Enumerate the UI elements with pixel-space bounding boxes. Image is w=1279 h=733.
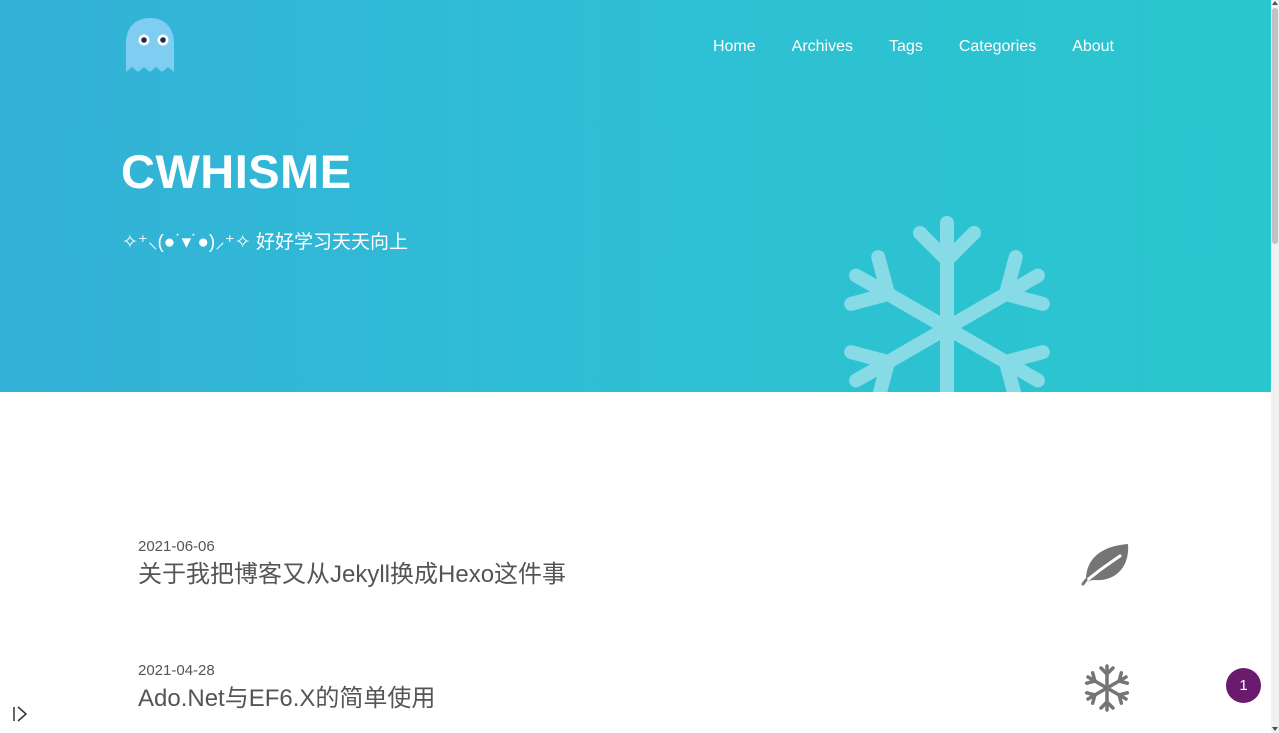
post-date: 2021-04-28 — [138, 662, 215, 679]
nav-about[interactable]: About — [1072, 37, 1114, 57]
nav-home[interactable]: Home — [713, 37, 756, 57]
blog-page: Home Archives Tags Categories About CWHI… — [0, 0, 1279, 733]
scroll-up-arrow-icon[interactable] — [1272, 1, 1278, 5]
page-scrollbar[interactable] — [1271, 0, 1279, 733]
sidebar-toggle-icon[interactable] — [11, 705, 29, 723]
site-subtitle: ✧⁺⸜(●˙▾˙●)⸝⁺✧ 好好学习天天向上 — [122, 232, 408, 253]
hero-header: Home Archives Tags Categories About CWHI… — [0, 0, 1271, 392]
post-title-link[interactable]: 关于我把博客又从Jekyll换成Hexo这件事 — [138, 560, 1138, 590]
scrollbar-thumb[interactable] — [1272, 8, 1278, 244]
scroll-down-arrow-icon[interactable] — [1272, 727, 1278, 731]
nav-tags[interactable]: Tags — [889, 37, 923, 57]
main-nav: Home Archives Tags Categories About — [677, 37, 1114, 57]
post-title-link[interactable]: Ado.Net与EF6.X的简单使用 — [138, 684, 1138, 714]
nav-archives[interactable]: Archives — [792, 37, 853, 57]
snowflake-icon — [1084, 664, 1130, 712]
post-item: 2021-06-06 关于我把博客又从Jekyll换成Hexo这件事 — [138, 538, 1138, 590]
post-item: 2021-04-28 Ado.Net与EF6.X的简单使用 — [138, 662, 1138, 714]
ghost-logo-icon[interactable] — [124, 17, 176, 73]
notification-badge[interactable]: 1 — [1226, 668, 1261, 703]
nav-categories[interactable]: Categories — [959, 37, 1036, 57]
snowflake-decoration-icon — [844, 216, 1050, 392]
site-title: CWHISME — [121, 145, 352, 198]
leaf-icon — [1081, 544, 1129, 586]
post-date: 2021-06-06 — [138, 538, 215, 555]
